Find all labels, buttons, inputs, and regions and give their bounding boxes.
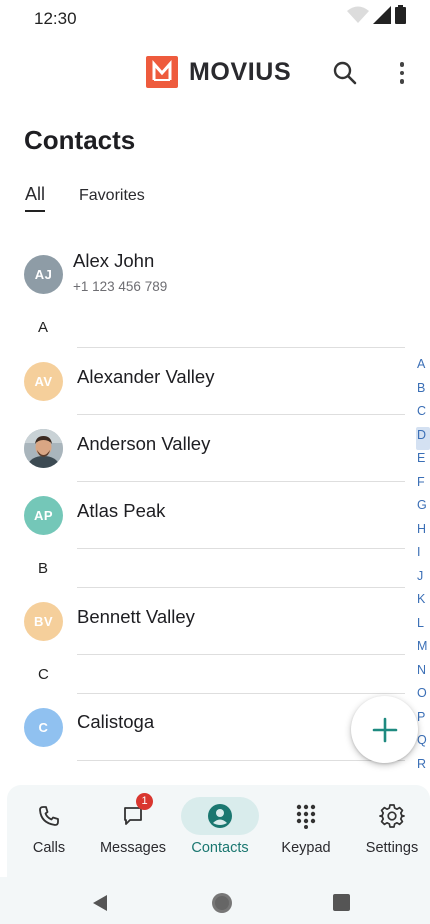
page-title: Contacts — [24, 125, 136, 155]
divider — [77, 587, 405, 588]
index-letter-r[interactable]: R — [416, 756, 430, 780]
nav-messages[interactable]: 1 Messages — [91, 785, 175, 877]
index-letter-m[interactable]: M — [416, 638, 430, 662]
divider — [77, 654, 405, 655]
contact-row[interactable]: AP Atlas Peak — [0, 481, 405, 547]
search-button[interactable] — [332, 60, 358, 86]
index-letter-e[interactable]: E — [416, 450, 430, 474]
index-letter-q[interactable]: Q — [416, 732, 430, 756]
nav-label: Calls — [32, 840, 66, 856]
battery-icon — [395, 5, 406, 29]
contact-name: Alex John — [73, 250, 155, 271]
divider — [77, 760, 405, 761]
movius-logo: MOVIUS — [146, 56, 291, 88]
index-letter-o[interactable]: O — [416, 685, 430, 709]
index-letter-k[interactable]: K — [416, 591, 430, 615]
recents-square-icon — [333, 894, 350, 911]
section-header-b: B — [38, 560, 49, 577]
more-vert-icon-dot — [399, 79, 405, 84]
brand-name: MOVIUS — [189, 57, 292, 86]
avatar-photo — [24, 429, 63, 468]
tab-all[interactable]: All — [25, 184, 46, 212]
index-letter-c[interactable]: C — [416, 403, 430, 427]
index-letter-i[interactable]: I — [416, 544, 430, 568]
alphabet-index[interactable]: ABCDEFGHIJKLMNOPQR — [416, 356, 430, 779]
nav-contacts[interactable]: Contacts — [178, 785, 262, 877]
movius-logo-mark-icon — [146, 56, 178, 88]
divider — [77, 481, 405, 482]
contact-phone: +1 123 456 789 — [73, 279, 168, 294]
section-header-c: C — [38, 666, 49, 683]
unread-badge: 1 — [136, 793, 153, 810]
contact-name: Bennett Valley — [77, 606, 195, 627]
more-vert-icon-dot — [399, 70, 405, 76]
dialpad-icon — [296, 804, 316, 829]
index-letter-a[interactable]: A — [416, 356, 430, 380]
nav-icon-container — [10, 797, 88, 835]
contact-name: Calistoga — [77, 711, 155, 732]
back-button[interactable] — [92, 894, 108, 917]
add-contact-button[interactable] — [351, 696, 418, 763]
nav-calls[interactable]: Calls — [7, 785, 91, 877]
cellular-signal-icon — [373, 5, 391, 29]
avatar: AP — [24, 496, 63, 535]
wifi-icon — [347, 6, 369, 29]
nav-label: Messages — [99, 840, 167, 856]
home-button[interactable] — [211, 892, 233, 919]
nav-keypad[interactable]: Keypad — [264, 785, 348, 877]
contact-tabs: All Favorites — [0, 184, 430, 216]
index-letter-g[interactable]: G — [416, 497, 430, 521]
avatar: BV — [24, 602, 63, 641]
index-letter-p[interactable]: P — [416, 709, 430, 733]
search-icon — [333, 61, 357, 85]
more-vert-icon — [399, 62, 405, 67]
contact-name: Atlas Peak — [77, 500, 166, 521]
index-letter-b[interactable]: B — [416, 380, 430, 404]
nav-icon-container — [353, 797, 430, 835]
contact-row[interactable]: BV Bennett Valley — [0, 587, 405, 653]
contact-row[interactable]: Anderson Valley — [0, 414, 405, 480]
back-triangle-icon — [93, 895, 107, 911]
contact-name: Anderson Valley — [77, 433, 211, 454]
contact-row[interactable]: C Calistoga — [0, 693, 405, 759]
index-letter-l[interactable]: L — [416, 615, 430, 639]
divider — [77, 693, 405, 694]
more-options-button[interactable] — [392, 59, 412, 87]
avatar: C — [24, 708, 63, 747]
bottom-navigation: Calls 1 Messages Contacts Keypad Setting… — [7, 785, 430, 877]
divider — [77, 548, 405, 549]
contact-row[interactable]: AV Alexander Valley — [0, 347, 405, 413]
nav-label: Settings — [365, 840, 419, 856]
index-letter-d[interactable]: D — [416, 426, 430, 450]
nav-icon-container — [267, 797, 345, 835]
divider — [77, 347, 405, 348]
app-bar: MOVIUS — [0, 50, 430, 96]
phone-icon — [39, 806, 59, 826]
index-letter-h[interactable]: H — [416, 521, 430, 545]
nav-icon-container — [181, 797, 259, 835]
tab-favorites[interactable]: Favorites — [79, 187, 145, 205]
status-bar: 12:30 — [0, 0, 430, 40]
person-circle-icon — [208, 804, 232, 828]
contact-row-me[interactable]: AJ Alex John +1 123 456 789 — [0, 240, 405, 306]
nav-settings[interactable]: Settings — [350, 785, 430, 877]
recents-button[interactable] — [333, 894, 350, 916]
system-navigation-bar — [0, 877, 430, 924]
status-time: 12:30 — [34, 9, 77, 28]
gear-icon — [379, 804, 405, 828]
plus-icon — [372, 717, 397, 742]
avatar: AV — [24, 362, 63, 401]
home-circle-icon — [212, 893, 232, 913]
avatar: AJ — [24, 255, 63, 294]
divider — [77, 414, 405, 415]
contact-name: Alexander Valley — [77, 366, 215, 387]
section-header-a: A — [38, 319, 49, 336]
status-icons — [347, 5, 406, 29]
nav-icon-container — [94, 797, 172, 835]
index-letter-f[interactable]: F — [416, 474, 430, 498]
index-letter-j[interactable]: J — [416, 568, 430, 592]
nav-label: Keypad — [281, 840, 331, 856]
index-letter-n[interactable]: N — [416, 662, 430, 686]
nav-label: Contacts — [191, 840, 249, 856]
